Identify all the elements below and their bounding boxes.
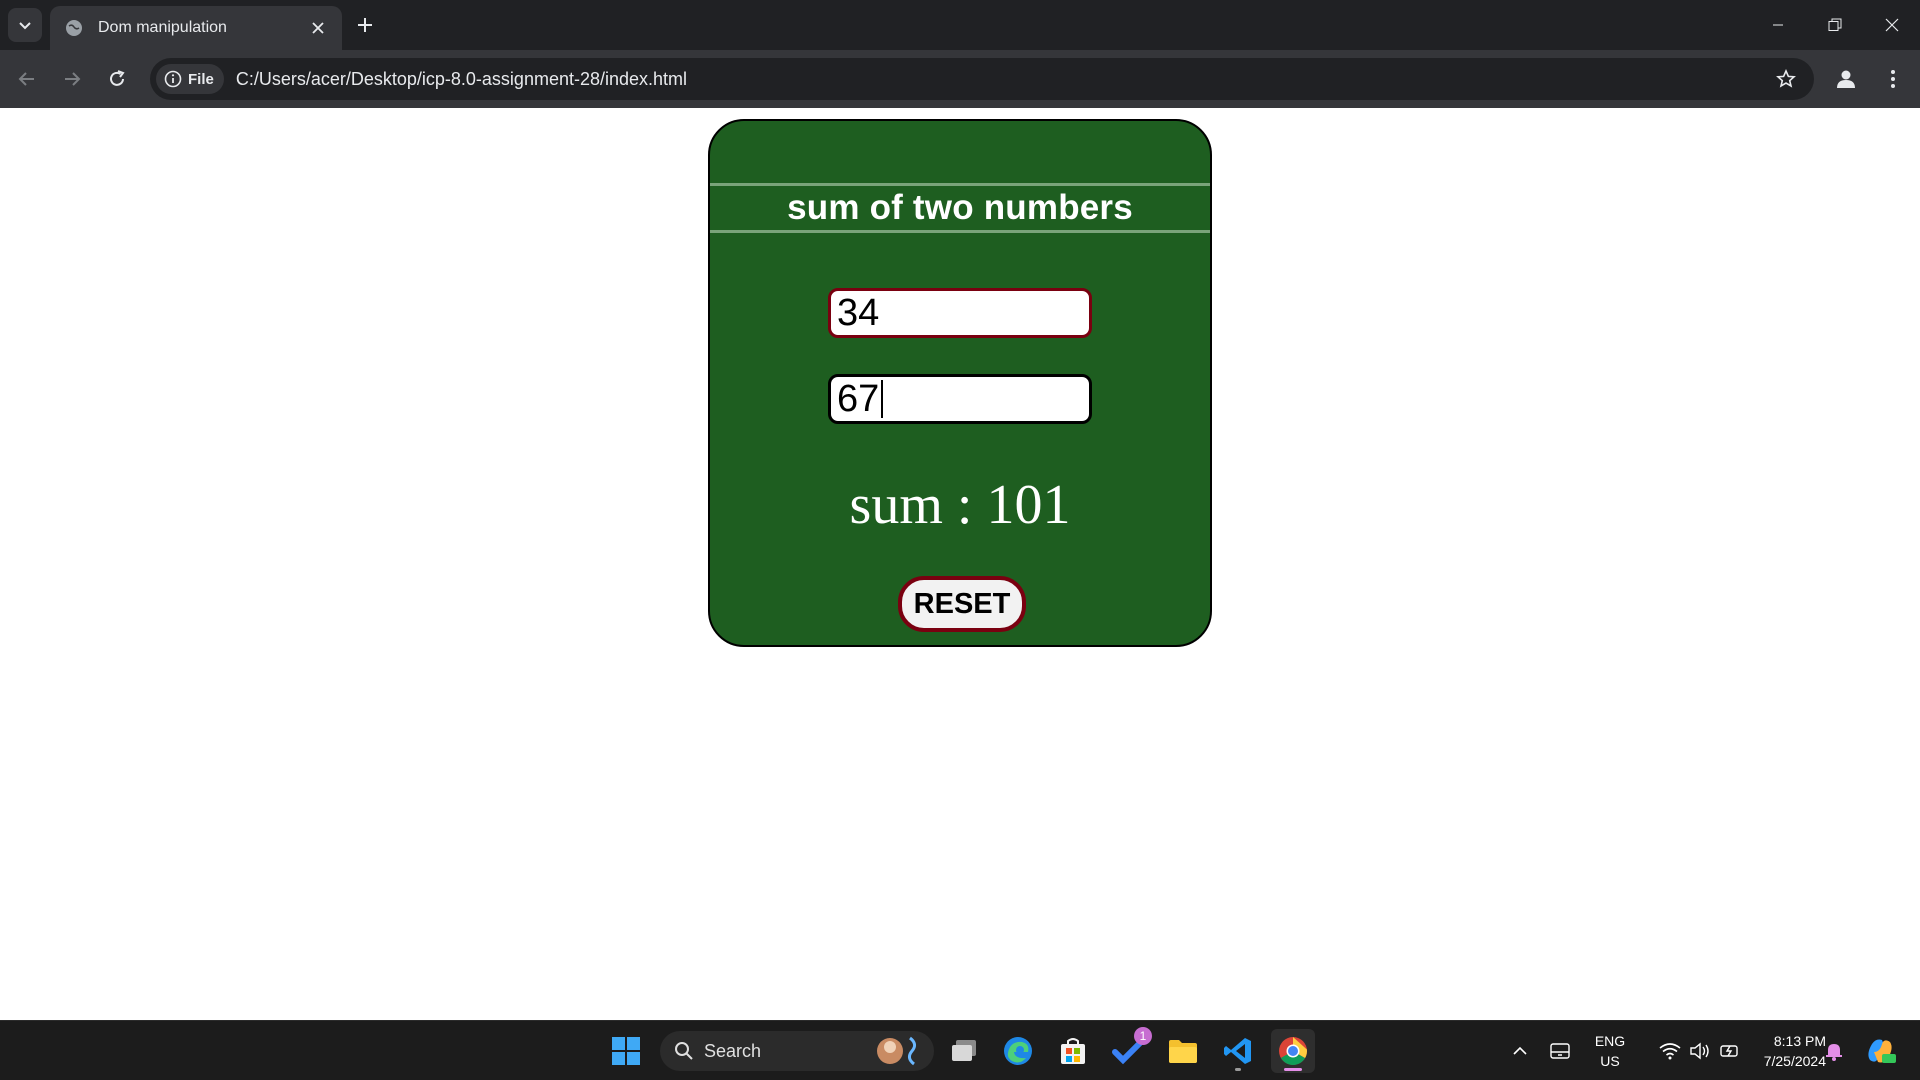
file-explorer-button[interactable] [1161,1029,1205,1073]
copilot-button[interactable] [1858,1029,1902,1073]
forward-button[interactable] [54,61,90,97]
todo-badge: 1 [1134,1027,1152,1045]
kebab-menu-icon [1891,70,1895,88]
reload-button[interactable] [99,61,135,97]
copilot-icon [1868,1039,1896,1063]
site-chip-label: File [188,70,214,88]
arrow-left-icon [18,72,34,86]
close-icon[interactable] [304,14,332,42]
vscode-button[interactable] [1216,1029,1260,1073]
tray-overflow-button[interactable] [1498,1029,1542,1073]
browser-toolbar: File C:/Users/acer/Desktop/icp-8.0-assig… [0,50,1920,108]
address-bar[interactable]: File C:/Users/acer/Desktop/icp-8.0-assig… [150,58,1814,100]
start-button[interactable] [604,1029,648,1073]
windows-logo-icon [612,1037,640,1065]
taskbar-search[interactable]: Search [660,1031,934,1071]
restore-button[interactable] [1806,0,1863,50]
first-number-value: 34 [837,291,880,334]
chevron-up-icon [1513,1046,1527,1055]
profile-icon [1837,70,1855,88]
search-label: Search [704,1040,762,1061]
page-title: sum of two numbers [787,188,1133,227]
window-controls [1749,0,1920,50]
active-indicator [1284,1068,1302,1071]
browser-tab[interactable]: Dom manipulation [50,6,342,50]
reset-button[interactable]: RESET [898,576,1026,632]
tab-strip: Dom manipulation [0,0,1920,50]
arrow-right-icon [65,72,81,86]
info-icon [164,70,182,88]
bookmark-button[interactable] [1768,61,1804,97]
bell-icon [1826,1044,1842,1061]
star-icon [1776,69,1796,88]
second-number-input[interactable]: 67 [828,374,1092,424]
quick-settings-button[interactable] [1644,1029,1756,1073]
search-icon [675,1042,693,1060]
first-number-input[interactable]: 34 [828,288,1092,338]
volume-icon [1690,1042,1709,1060]
second-number-value: 67 [837,377,880,420]
reload-icon [110,70,125,86]
battery-charging-icon [1720,1045,1738,1057]
close-window-button[interactable] [1863,0,1920,50]
globe-icon [64,18,84,38]
sum-result: sum : 101 [849,474,1071,536]
language-line1: ENG [1594,1033,1626,1049]
edge-icon [1004,1037,1032,1065]
close-icon [1885,18,1898,32]
keyboard-icon [1550,1043,1570,1059]
wifi-icon [1659,1043,1681,1060]
folder-icon [1169,1040,1197,1063]
edge-button[interactable] [996,1029,1040,1073]
card-header: sum of two numbers [710,183,1210,233]
task-view-button[interactable] [942,1029,986,1073]
plus-icon [358,18,372,32]
notifications-button[interactable] [1814,1029,1854,1073]
chevron-down-icon [19,22,31,30]
profile-button[interactable] [1828,61,1864,97]
touch-keyboard-button[interactable] [1540,1029,1580,1073]
task-view-icon [952,1040,976,1061]
new-tab-button[interactable] [350,10,380,40]
chrome-icon [1279,1037,1307,1065]
minimize-button[interactable] [1749,0,1806,50]
language-indicator[interactable]: ENG US [1584,1031,1636,1071]
back-button[interactable] [9,61,45,97]
tab-title: Dom manipulation [98,19,227,36]
text-caret [881,380,884,418]
chrome-button[interactable] [1271,1029,1315,1073]
search-highlight-icon [868,1033,928,1069]
todo-button[interactable]: 1 [1106,1027,1152,1073]
url-text[interactable]: C:/Users/acer/Desktop/icp-8.0-assignment… [236,69,1768,90]
minimize-icon [1772,24,1783,26]
site-info-chip[interactable]: File [156,64,224,94]
browser-menu-button[interactable] [1875,61,1911,97]
store-icon [1061,1038,1085,1064]
page-viewport: sum of two numbers 34 67 sum : 101 RESET [0,108,1920,1020]
windows-taskbar: Search 1 ENG US 8:13 PM 7/25/2024 [0,1020,1920,1080]
sum-card: sum of two numbers 34 67 sum : 101 RESET [708,119,1212,647]
tab-search-button[interactable] [8,8,42,42]
vscode-icon [1224,1038,1251,1064]
running-indicator [1235,1068,1241,1071]
restore-icon [1828,18,1841,31]
store-button[interactable] [1051,1029,1095,1073]
language-line2: US [1600,1053,1620,1069]
